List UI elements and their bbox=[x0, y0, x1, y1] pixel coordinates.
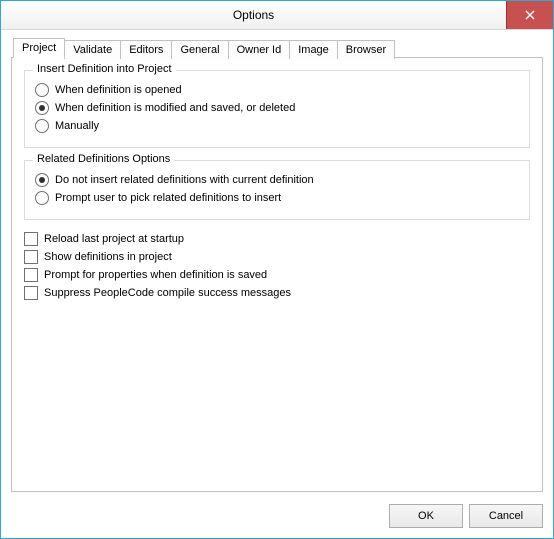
check-suppress-peoplecode[interactable]: Suppress PeopleCode compile success mess… bbox=[24, 286, 530, 300]
ok-button[interactable]: OK bbox=[389, 504, 463, 528]
window-title: Options bbox=[1, 1, 506, 29]
radio-do-not-insert[interactable]: Do not insert related definitions with c… bbox=[35, 173, 519, 187]
groupbox-legend: Related Definitions Options bbox=[33, 153, 174, 165]
button-bar: OK Cancel bbox=[1, 498, 553, 538]
radio-when-opened[interactable]: When definition is opened bbox=[35, 83, 519, 97]
cancel-button[interactable]: Cancel bbox=[469, 504, 543, 528]
options-dialog: Options Project Validate Editors General… bbox=[0, 0, 554, 539]
dialog-body: Project Validate Editors General Owner I… bbox=[1, 30, 553, 498]
tab-label: Editors bbox=[129, 44, 163, 56]
tab-panel-project: Insert Definition into Project When defi… bbox=[11, 57, 543, 492]
radio-icon bbox=[35, 83, 49, 97]
check-reload-last[interactable]: Reload last project at startup bbox=[24, 232, 530, 246]
tab-label: Owner Id bbox=[237, 44, 282, 56]
checkbox-icon bbox=[24, 268, 38, 282]
tab-editors[interactable]: Editors bbox=[120, 40, 172, 59]
radio-label: Prompt user to pick related definitions … bbox=[55, 192, 281, 204]
tab-label: Image bbox=[298, 44, 329, 56]
close-button[interactable] bbox=[506, 1, 553, 29]
tab-label: Validate bbox=[73, 44, 112, 56]
tab-owner-id[interactable]: Owner Id bbox=[228, 40, 291, 59]
tab-browser[interactable]: Browser bbox=[337, 40, 395, 59]
radio-prompt-user[interactable]: Prompt user to pick related definitions … bbox=[35, 191, 519, 205]
radio-icon bbox=[35, 101, 49, 115]
groupbox-legend: Insert Definition into Project bbox=[33, 63, 176, 75]
radio-label: When definition is opened bbox=[55, 84, 182, 96]
tab-image[interactable]: Image bbox=[289, 40, 338, 59]
radio-icon bbox=[35, 119, 49, 133]
check-show-definitions[interactable]: Show definitions in project bbox=[24, 250, 530, 264]
tab-project[interactable]: Project bbox=[13, 38, 65, 58]
check-label: Reload last project at startup bbox=[44, 233, 184, 245]
tab-label: Browser bbox=[346, 44, 386, 56]
check-label: Show definitions in project bbox=[44, 251, 172, 263]
additional-options: Reload last project at startup Show defi… bbox=[24, 232, 530, 300]
radio-label: When definition is modified and saved, o… bbox=[55, 102, 295, 114]
groupbox-insert-definition: Insert Definition into Project When defi… bbox=[24, 70, 530, 148]
check-label: Prompt for properties when definition is… bbox=[44, 269, 267, 281]
radio-label: Manually bbox=[55, 120, 99, 132]
groupbox-related-definitions: Related Definitions Options Do not inser… bbox=[24, 160, 530, 220]
radio-when-modified[interactable]: When definition is modified and saved, o… bbox=[35, 101, 519, 115]
button-label: OK bbox=[418, 510, 434, 522]
titlebar: Options bbox=[1, 1, 553, 30]
tab-validate[interactable]: Validate bbox=[64, 40, 121, 59]
tab-label: Project bbox=[22, 42, 56, 54]
tab-label: General bbox=[180, 44, 219, 56]
check-label: Suppress PeopleCode compile success mess… bbox=[44, 287, 291, 299]
checkbox-icon bbox=[24, 250, 38, 264]
tab-strip: Project Validate Editors General Owner I… bbox=[13, 38, 543, 58]
checkbox-icon bbox=[24, 232, 38, 246]
radio-icon bbox=[35, 173, 49, 187]
button-label: Cancel bbox=[489, 510, 523, 522]
radio-icon bbox=[35, 191, 49, 205]
tab-general[interactable]: General bbox=[171, 40, 228, 59]
close-icon bbox=[525, 10, 535, 20]
radio-manually[interactable]: Manually bbox=[35, 119, 519, 133]
radio-label: Do not insert related definitions with c… bbox=[55, 174, 314, 186]
checkbox-icon bbox=[24, 286, 38, 300]
check-prompt-properties[interactable]: Prompt for properties when definition is… bbox=[24, 268, 530, 282]
